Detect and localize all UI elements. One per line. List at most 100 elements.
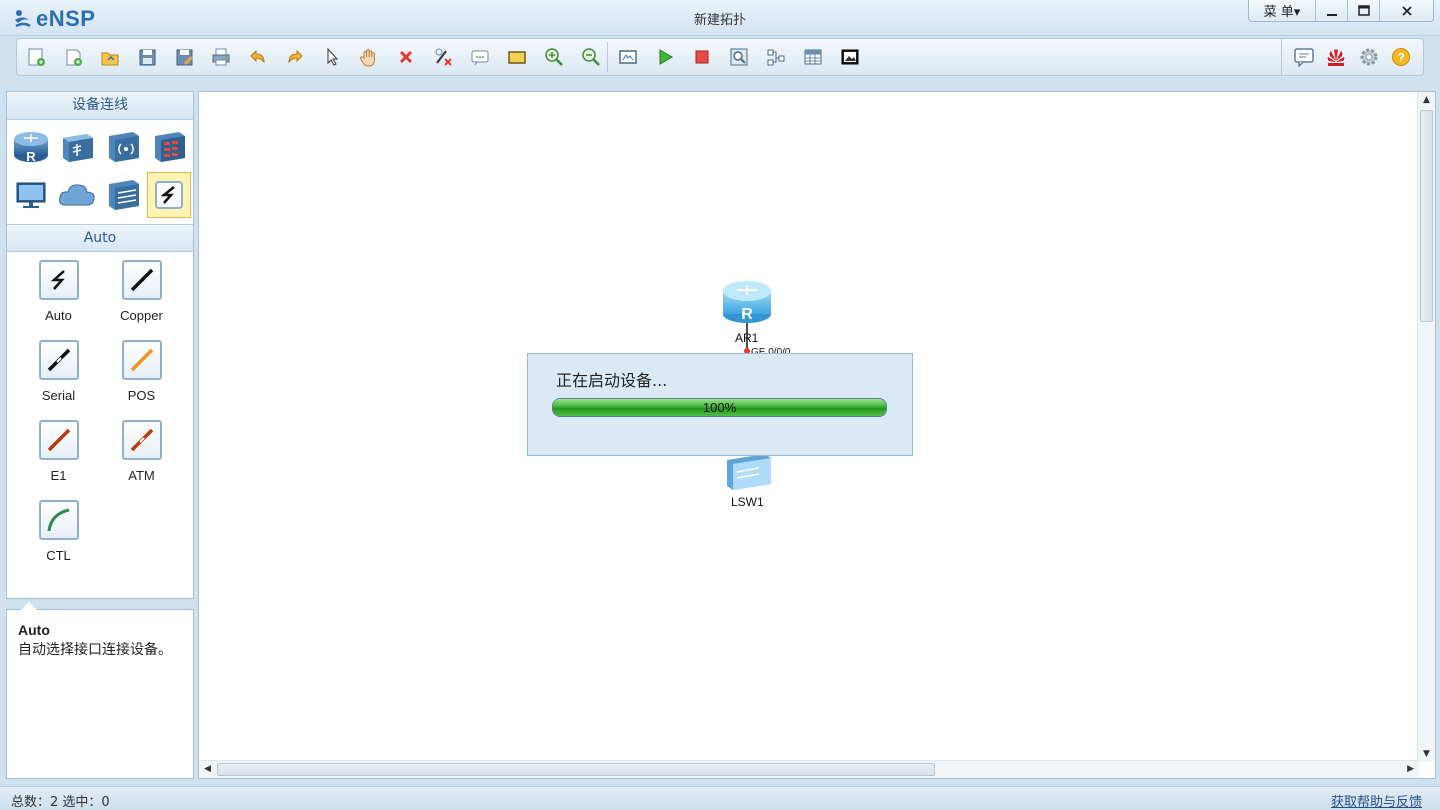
cable-box [121, 260, 162, 300]
palette-icon [507, 51, 526, 64]
palette-button[interactable] [498, 42, 535, 72]
screenshot-icon [841, 49, 858, 65]
device-switch[interactable] [55, 124, 99, 170]
lsw1-switch-node[interactable] [727, 454, 771, 490]
cable-box [121, 420, 162, 460]
ar1-router-node[interactable]: R [723, 281, 771, 323]
cable-copper[interactable]: Copper [100, 258, 183, 338]
new-topology-button[interactable] [17, 42, 54, 72]
maximize-icon [1357, 4, 1370, 16]
start-device-button[interactable] [646, 42, 683, 72]
wlan-icon [109, 132, 139, 162]
grid-button[interactable] [794, 42, 831, 72]
stop-device-icon [695, 50, 708, 64]
main-menu-button[interactable]: 菜 单▾ [1249, 0, 1315, 21]
device-category-grid: R [7, 120, 193, 224]
new-example-icon [66, 49, 82, 66]
device-auto-link[interactable] [147, 172, 191, 218]
description-notch [21, 602, 37, 610]
minimize-button[interactable] [1315, 0, 1347, 21]
scroll-up-icon[interactable]: ▲ [1423, 95, 1430, 105]
svg-text:R: R [26, 149, 36, 164]
horizontal-scroll-thumb[interactable] [217, 763, 935, 776]
cable-serial[interactable]: Serial [17, 338, 100, 418]
progress-text: 100% [702, 400, 737, 415]
startup-progress-dialog: 正在启动设备... 100% [527, 353, 913, 456]
cable-box [38, 420, 79, 460]
help-button[interactable]: ? [1385, 42, 1417, 72]
cable-auto[interactable]: Auto [17, 258, 100, 338]
pan-hand-icon [359, 49, 375, 67]
pos-cable-icon [130, 348, 153, 372]
delete-all-links-icon [435, 48, 452, 66]
zoom-in-button[interactable] [535, 42, 572, 72]
text-label-icon [471, 50, 488, 66]
topology-button[interactable] [757, 42, 794, 72]
redo-icon [287, 49, 303, 64]
stop-device-button[interactable] [683, 42, 720, 72]
new-example-button[interactable] [54, 42, 91, 72]
redo-button[interactable] [276, 42, 313, 72]
minimize-icon [1326, 13, 1337, 16]
cable-atm[interactable]: ATM [100, 418, 183, 498]
ctl-cable-icon [47, 508, 69, 532]
save-as-button[interactable] [165, 42, 202, 72]
cable-pos[interactable]: POS [100, 338, 183, 418]
device-router[interactable]: R [9, 124, 53, 170]
huawei-logo-icon [1328, 49, 1345, 66]
start-device-icon [659, 49, 673, 65]
serial-cable-icon [47, 348, 70, 372]
select-pointer-button[interactable] [313, 42, 350, 72]
description-panel: Auto 自动选择接口连接设备。 [6, 602, 194, 779]
chat-button[interactable] [1288, 42, 1320, 72]
scroll-left-icon[interactable]: ◀ [204, 764, 211, 774]
save-button[interactable] [128, 42, 165, 72]
device-cloud[interactable] [55, 172, 99, 218]
cable-ctl[interactable]: CTL [17, 498, 100, 578]
undo-icon [249, 49, 265, 64]
screenshot-button[interactable] [831, 42, 868, 72]
scroll-right-icon[interactable]: ▶ [1407, 764, 1414, 774]
help-feedback-link[interactable]: 获取帮助与反馈 [1331, 791, 1422, 810]
device-panel-title: 设备连线 [7, 92, 193, 120]
device-pc[interactable] [9, 172, 53, 218]
capture-button[interactable] [720, 42, 757, 72]
description-text: 自动选择接口连接设备。 [18, 642, 172, 658]
device-firewall[interactable] [147, 124, 191, 170]
pan-hand-button[interactable] [350, 42, 387, 72]
new-topology-icon [28, 48, 45, 66]
auto-link-icon [155, 181, 183, 209]
cable-box [38, 340, 79, 380]
node-label-lsw1: LSW1 [731, 495, 764, 509]
text-label-button[interactable] [461, 42, 498, 72]
dialog-message: 正在启动设备... [556, 371, 668, 390]
vertical-scrollbar[interactable]: ▲ ▼ [1417, 92, 1435, 762]
maximize-button[interactable] [1347, 0, 1379, 21]
vertical-scroll-thumb[interactable] [1420, 110, 1433, 322]
horizontal-scrollbar[interactable]: ◀ ▶ [199, 760, 1419, 778]
scroll-down-icon[interactable]: ▼ [1423, 749, 1430, 759]
settings-icon [1360, 48, 1378, 66]
fit-screen-button[interactable] [609, 42, 646, 72]
chat-icon [1294, 48, 1314, 67]
undo-button[interactable] [239, 42, 276, 72]
cable-e1[interactable]: E1 [17, 418, 100, 498]
print-icon [212, 48, 229, 66]
delete-button[interactable] [387, 42, 424, 72]
print-button[interactable] [202, 42, 239, 72]
open-icon [101, 52, 118, 66]
toolbar-right: ? [1281, 39, 1423, 75]
open-button[interactable] [91, 42, 128, 72]
close-button[interactable] [1379, 0, 1433, 21]
device-other[interactable] [101, 172, 145, 218]
settings-button[interactable] [1353, 42, 1385, 72]
huawei-button[interactable] [1320, 42, 1352, 72]
auto-cable-icon [50, 270, 65, 290]
device-wlan[interactable] [101, 124, 145, 170]
progress-bar: 100% [552, 398, 887, 417]
delete-all-links-button[interactable] [424, 42, 461, 72]
cable-box [121, 340, 162, 380]
cable-panel-title: Auto [7, 224, 193, 252]
close-icon [1401, 5, 1412, 16]
zoom-out-button[interactable] [572, 42, 609, 72]
